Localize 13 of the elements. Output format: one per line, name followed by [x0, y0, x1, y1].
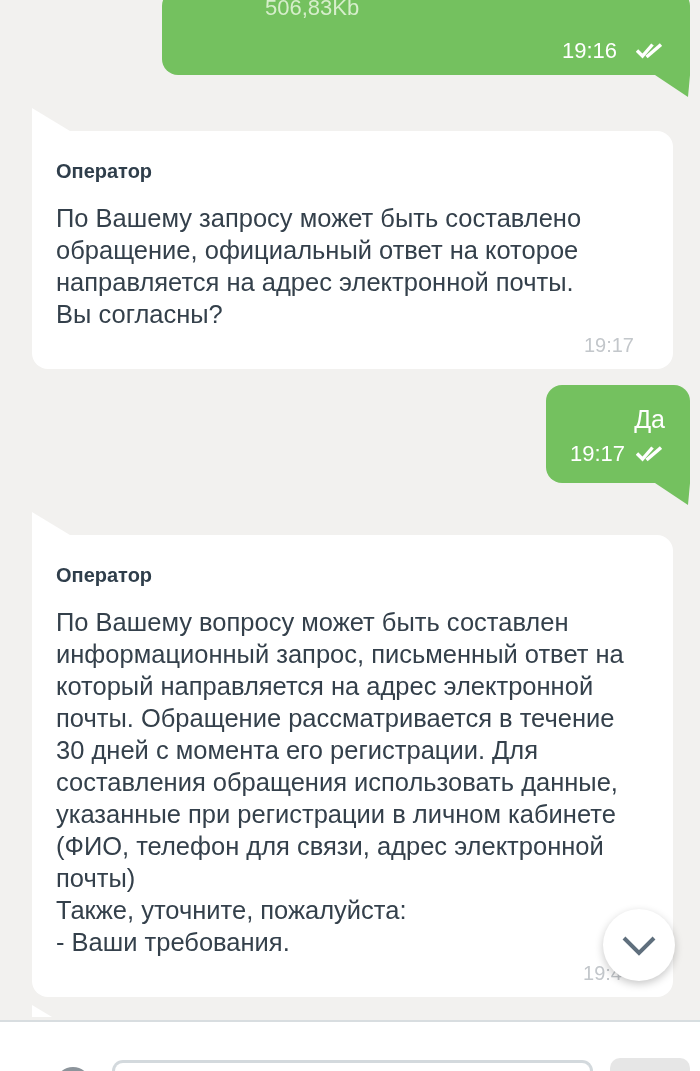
message-text: - Ваши требования.: [56, 927, 290, 958]
message-text: По Вашему вопросу может быть составлен информационный запрос, письменный ответ на который направляется на адрес электронной почты. Обращение рассматривается в течение 30 дней с момента его регистрации. Для составления обращения использовать данные, указанные при регистрации в личном кабинете (ФИО, телефон для связи, адрес электронной почты): [56, 607, 625, 894]
message-time: 19:17: [583, 333, 634, 357]
chevron-down-icon: [622, 936, 656, 956]
message-text: Также, уточните, пожалуйста:: [56, 895, 407, 926]
sender-name: Оператор: [56, 160, 153, 183]
sender-name: Оператор: [56, 564, 153, 587]
message-text: Да: [634, 404, 665, 435]
message-text: Вы согласны?: [56, 299, 223, 330]
message-time: 19:16: [561, 39, 617, 63]
message-input-field[interactable]: [112, 1060, 593, 1071]
message-time: 19:17: [569, 442, 625, 466]
message-text: По Вашему запросу может быть составлено обращение, официальный ответ на которое направляется на адрес электронной почты.: [56, 203, 583, 298]
